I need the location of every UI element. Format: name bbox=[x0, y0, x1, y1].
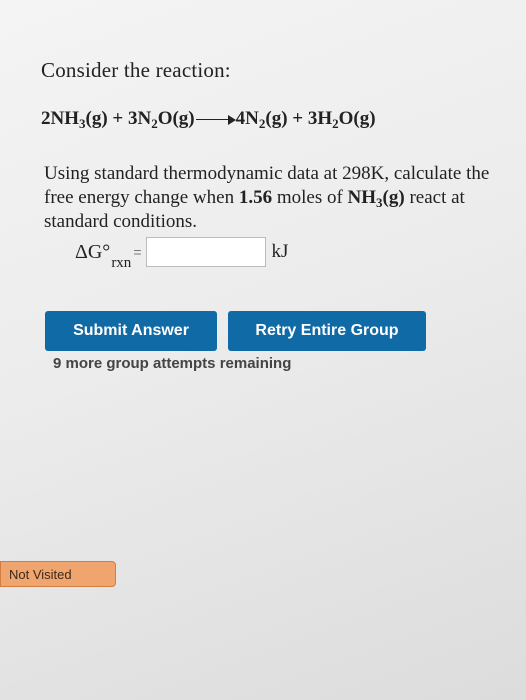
intro-text: Consider the reaction: bbox=[41, 58, 231, 82]
delta-g-subscript: rxn bbox=[111, 254, 132, 271]
delta-g-main: ΔG° bbox=[75, 240, 111, 263]
eq-part: O(g) bbox=[338, 108, 376, 129]
answer-input[interactable] bbox=[145, 237, 266, 267]
moles-value: 1.56 bbox=[238, 187, 273, 208]
retry-entire-group-button[interactable]: Retry Entire Group bbox=[228, 311, 426, 351]
delta-g-label: ΔG°rxn bbox=[75, 240, 131, 271]
status-badge[interactable]: Not Visited bbox=[0, 561, 116, 587]
equals-sign: = bbox=[133, 244, 142, 260]
species: NH3(g) bbox=[347, 187, 405, 209]
question-part: moles of bbox=[272, 187, 348, 208]
species-state: (g) bbox=[382, 187, 405, 208]
species-main: NH bbox=[347, 187, 377, 208]
reaction-arrow-icon bbox=[195, 114, 236, 125]
unit-label: kJ bbox=[271, 241, 289, 262]
answer-row: ΔG°rxn = kJ bbox=[75, 234, 289, 271]
question-screen: Consider the reaction: 2NH3(g) + 3N2O(g)… bbox=[0, 0, 526, 700]
eq-part: (g) + 3H bbox=[265, 108, 333, 129]
reaction-equation: 2NH3(g) + 3N2O(g) 4N2(g) + 3H2O(g) bbox=[41, 108, 376, 130]
eq-part: 2NH bbox=[41, 108, 79, 129]
eq-part: 4N bbox=[235, 108, 259, 129]
submit-answer-button[interactable]: Submit Answer bbox=[45, 311, 217, 351]
eq-part: O(g) bbox=[157, 108, 195, 129]
eq-part: (g) + 3N bbox=[85, 108, 152, 129]
attempts-remaining: 9 more group attempts remaining bbox=[53, 355, 292, 372]
question-text: Using standard thermodynamic data at 298… bbox=[44, 162, 504, 234]
